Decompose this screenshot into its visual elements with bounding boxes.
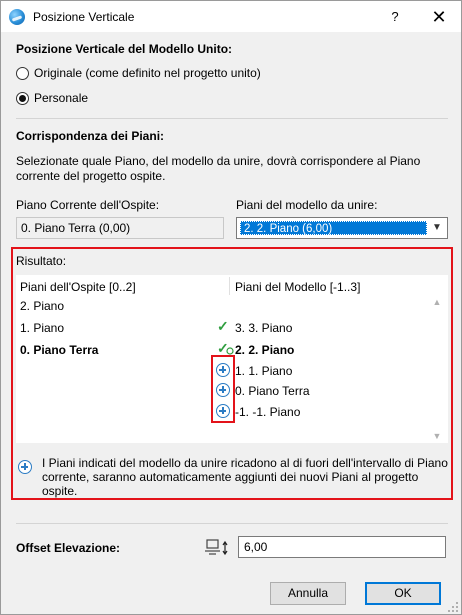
help-button[interactable]: ? — [385, 7, 405, 27]
scroll-down-icon[interactable]: ▼ — [429, 429, 445, 443]
model-story-dropdown[interactable]: 2. 2. Piano (6,00) ▼ — [236, 217, 448, 239]
window-title: Posizione Verticale — [33, 9, 135, 24]
section-divider — [16, 523, 448, 524]
dialog-window: Posizione Verticale ? ✕ Posizione Vertic… — [0, 0, 462, 615]
note-line-2: corrente, saranno automaticamente aggiun… — [42, 470, 419, 484]
section-divider — [16, 118, 448, 119]
new-stories-highlight — [211, 355, 235, 423]
floor-match-description-2: corrente del progetto ospite. — [16, 169, 166, 183]
title-bar: Posizione Verticale ? ✕ — [1, 1, 461, 32]
radio-original-label[interactable]: Originale (come definito nel progetto un… — [34, 66, 261, 80]
elevation-icon — [205, 539, 228, 556]
host-story-cell: 1. Piano — [20, 321, 65, 335]
note-line-1: I Piani indicati del modello da unire ri… — [42, 456, 448, 470]
scroll-up-icon[interactable]: ▲ — [429, 295, 445, 309]
vertical-position-heading: Posizione Verticale del Modello Unito: — [16, 42, 233, 56]
model-story-cell: -1. -1. Piano — [235, 405, 301, 419]
radio-custom-label[interactable]: Personale — [34, 91, 88, 105]
col-header-model[interactable]: Piani del Modello [-1..3] — [235, 280, 360, 294]
model-story-cell: 3. 3. Piano — [235, 321, 293, 335]
model-story-selected[interactable]: 2. 2. Piano (6,00) — [240, 221, 427, 235]
host-story-label: Piano Corrente dell'Ospite: — [16, 198, 160, 212]
floor-match-description-1: Selezionate quale Piano, del modello da … — [16, 154, 421, 168]
chevron-down-icon[interactable]: ▼ — [430, 220, 444, 236]
resize-grip-icon[interactable] — [447, 601, 459, 613]
radio-original[interactable] — [16, 67, 29, 80]
offset-elevation-label: Offset Elevazione: — [16, 541, 121, 555]
model-story-label: Piani del modello da unire: — [236, 198, 378, 212]
column-divider — [229, 277, 230, 295]
host-story-cell-current: 0. Piano Terra — [20, 343, 99, 357]
ok-button[interactable]: OK — [365, 582, 441, 605]
col-header-host[interactable]: Piani dell'Ospite [0..2] — [20, 280, 136, 294]
note-line-3: ospite. — [42, 484, 78, 498]
note-add-story-icon — [18, 460, 32, 474]
archicad-app-icon — [9, 8, 25, 25]
list-scrollbar[interactable]: ▲ ▼ — [429, 291, 445, 441]
model-story-cell: 0. Piano Terra — [235, 384, 310, 398]
result-heading: Risultato: — [16, 254, 67, 268]
floor-match-heading: Corrispondenza dei Piani: — [16, 129, 165, 143]
cancel-button[interactable]: Annulla — [270, 582, 346, 605]
model-story-cell-current: 2. 2. Piano — [235, 343, 295, 357]
close-button[interactable]: ✕ — [426, 6, 452, 28]
radio-custom[interactable] — [16, 92, 29, 105]
offset-elevation-input[interactable]: 6,00 — [238, 536, 446, 558]
host-story-field: 0. Piano Terra (0,00) — [16, 217, 224, 239]
model-story-cell: 1. 1. Piano — [235, 364, 293, 378]
host-story-cell: 2. Piano — [20, 299, 65, 313]
check-icon: ✓ — [217, 318, 229, 334]
